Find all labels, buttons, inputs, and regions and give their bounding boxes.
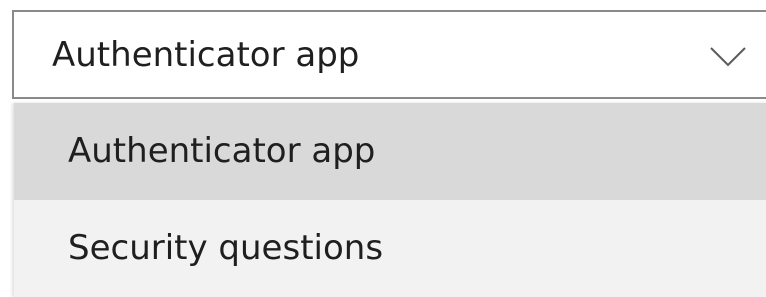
verification-method-select[interactable]: Authenticator app (12, 10, 766, 99)
option-label: Security questions (68, 227, 384, 268)
select-value: Authenticator app (52, 34, 360, 75)
option-security-questions[interactable]: Security questions (14, 200, 766, 297)
dropdown-list: Authenticator app Security questions (14, 103, 766, 297)
option-authenticator-app[interactable]: Authenticator app (14, 103, 766, 200)
option-label: Authenticator app (68, 130, 376, 171)
chevron-down-icon (710, 47, 746, 67)
